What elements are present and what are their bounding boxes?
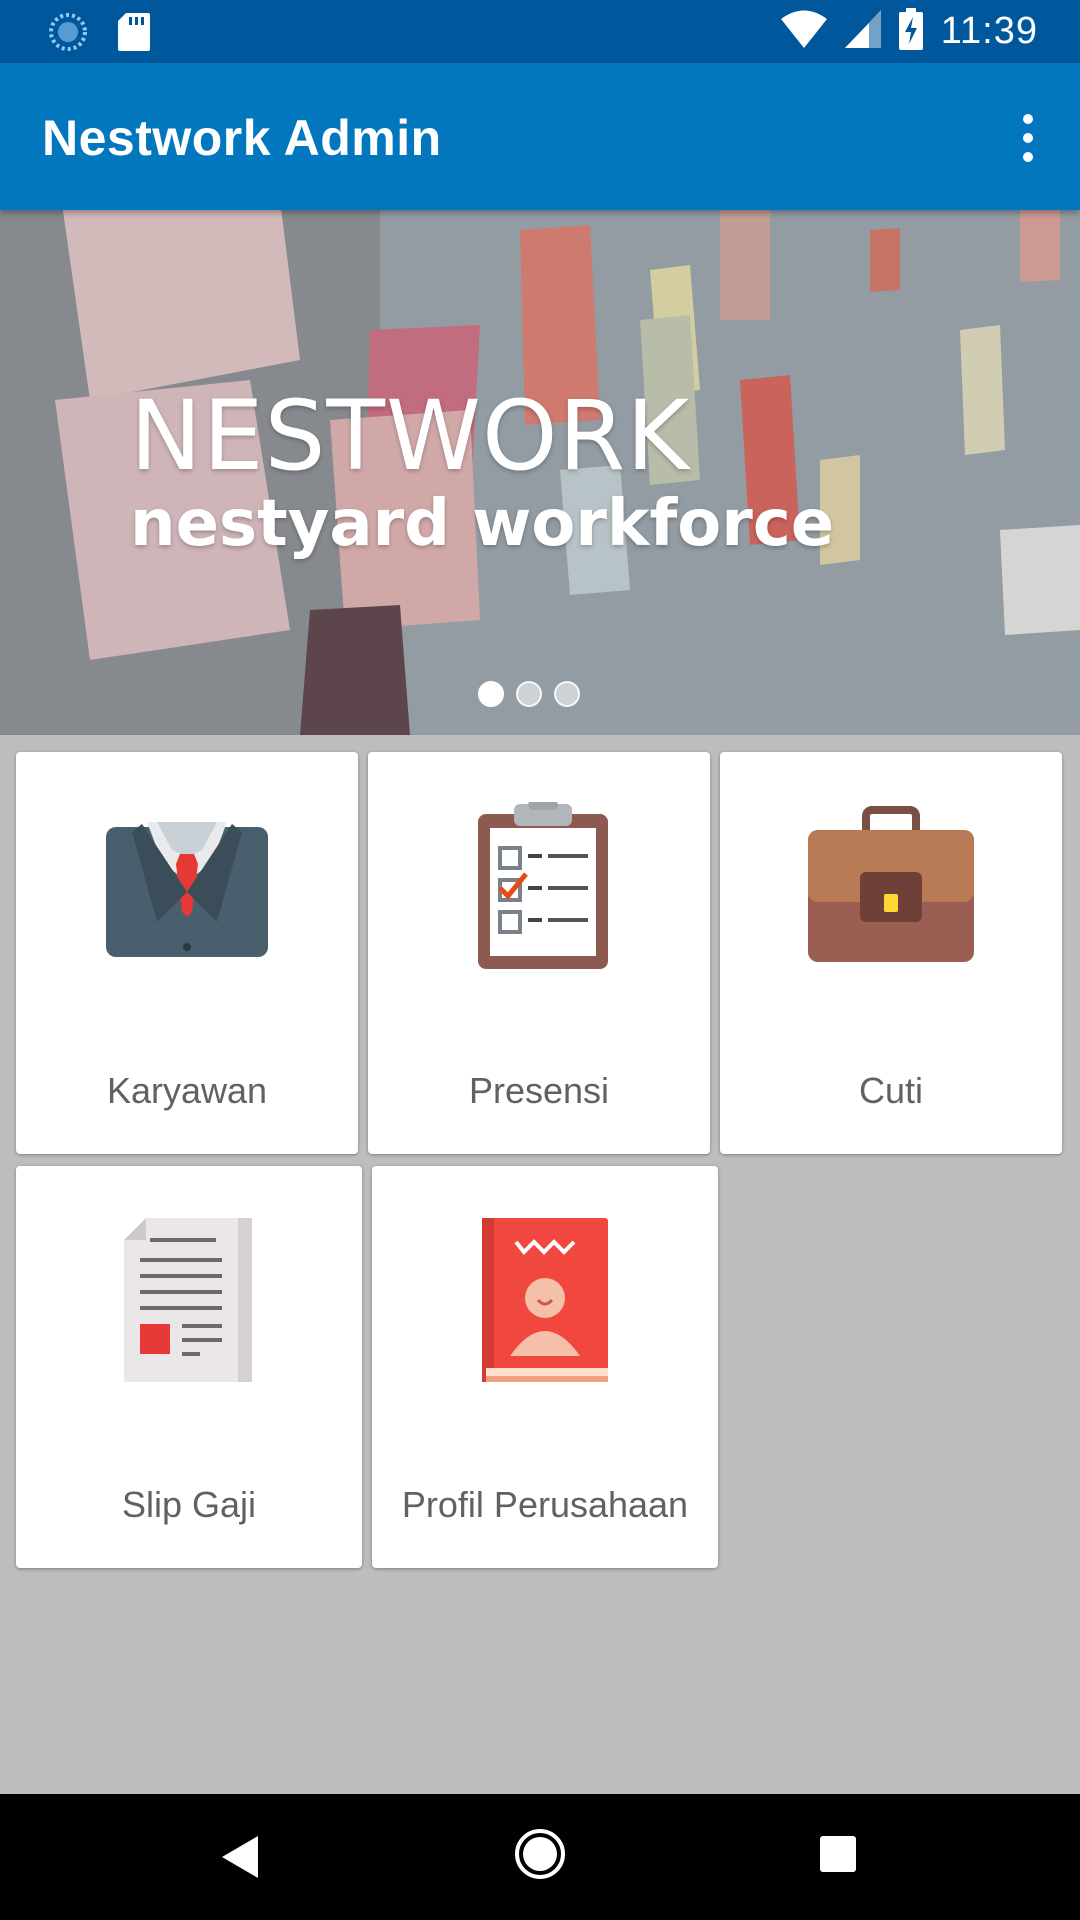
menu-card-label: Karyawan xyxy=(106,1070,268,1111)
carousel-dot-1[interactable] xyxy=(478,681,504,707)
banner-title: NESTWORK xyxy=(130,380,691,492)
battery-charging-icon xyxy=(898,8,923,55)
suit-icon xyxy=(102,802,272,977)
menu-card-karyawan[interactable]: Karyawan xyxy=(16,752,358,1154)
document-icon xyxy=(104,1216,274,1391)
menu-card-slip-gaji[interactable]: Slip Gaji xyxy=(16,1166,362,1568)
system-nav-bar xyxy=(0,1794,1080,1920)
banner-carousel[interactable]: NESTWORK nestyard workforce xyxy=(0,210,1080,735)
carousel-dot-2[interactable] xyxy=(516,681,542,707)
carousel-dot-3[interactable] xyxy=(554,681,580,707)
app-title: Nestwork Admin xyxy=(42,110,442,166)
sync-icon xyxy=(48,12,88,57)
menu-card-profil-perusahaan[interactable]: Profil Perusahaan xyxy=(372,1166,718,1568)
more-vert-icon xyxy=(1023,114,1033,124)
recents-icon[interactable] xyxy=(820,1836,856,1877)
status-time: 11:39 xyxy=(940,10,1038,52)
more-options-button[interactable] xyxy=(998,103,1058,173)
carousel-indicator xyxy=(478,681,580,707)
menu-card-label: Profil Perusahaan xyxy=(401,1484,689,1525)
home-icon[interactable] xyxy=(514,1828,566,1885)
menu-card-cuti[interactable]: Cuti xyxy=(720,752,1062,1154)
status-bar: 11:39 xyxy=(0,0,1080,63)
signal-icon xyxy=(844,10,881,53)
menu-card-label: Presensi xyxy=(468,1070,610,1111)
menu-card-label: Cuti xyxy=(858,1070,924,1111)
back-icon[interactable] xyxy=(222,1836,258,1883)
sd-card-icon xyxy=(118,13,150,56)
menu-card-presensi[interactable]: Presensi xyxy=(368,752,710,1154)
wifi-icon xyxy=(780,10,827,53)
profile-book-icon xyxy=(460,1216,630,1391)
banner-subtitle: nestyard workforce xyxy=(130,487,835,561)
app-bar: Nestwork Admin xyxy=(0,63,1080,210)
clipboard-checklist-icon xyxy=(454,800,624,977)
menu-card-label: Slip Gaji xyxy=(121,1484,257,1525)
briefcase-icon xyxy=(806,802,976,977)
